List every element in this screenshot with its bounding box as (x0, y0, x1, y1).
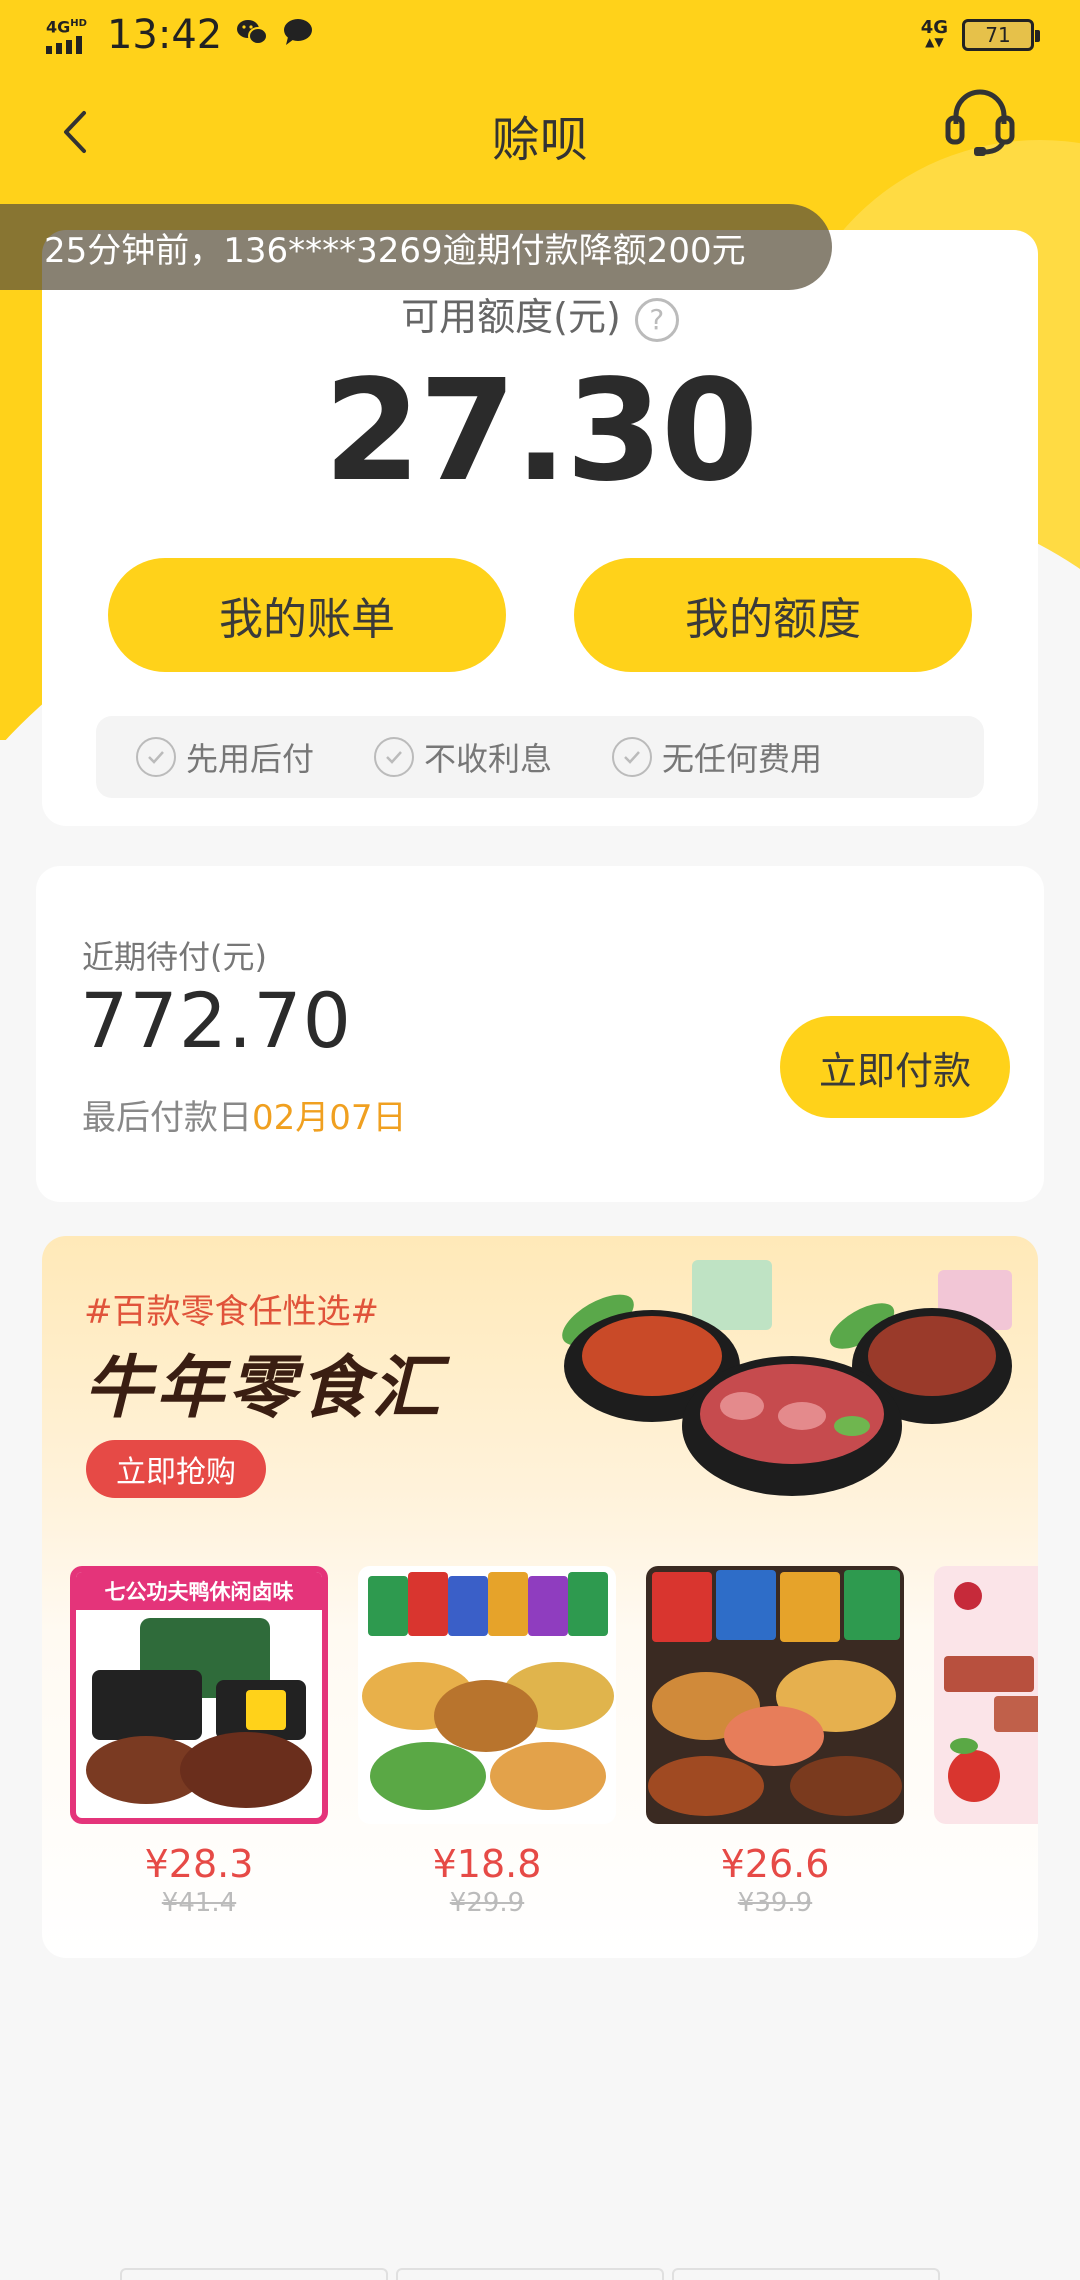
network-right-icon: 4G ▲▼ (920, 17, 948, 50)
product-price: ¥18.8 (432, 1842, 542, 1886)
credit-card: 可用额度(元)? 27.30 我的账单 我的额度 先用后付 不收利息 无任何费用 (42, 230, 1038, 826)
check-circle-icon (136, 737, 176, 777)
notice-ticker: 25分钟前，136****3269逾期付款降额200元 (0, 204, 832, 290)
nav-bar: 赊呗 (0, 80, 1080, 180)
feature-label: 无任何费用 (662, 740, 823, 778)
feature-label: 不收利息 (424, 740, 553, 778)
product-original-price: ¥39.9 (737, 1888, 813, 1918)
status-bar: 4GHD 13:42 4G ▲▼ 71 (0, 0, 1080, 70)
due-date-line: 最后付款日02月07日 (82, 1090, 407, 1139)
feature-label: 先用后付 (186, 740, 315, 778)
feature-item: 不收利息 (374, 734, 552, 780)
promo-title: 牛年零食汇 (84, 1349, 445, 1428)
credit-label: 可用额度(元) (401, 295, 621, 339)
product-card[interactable]: ¥18.8 ¥29.9 (358, 1566, 616, 1926)
my-bill-button[interactable]: 我的账单 (108, 558, 506, 672)
feature-strip: 先用后付 不收利息 无任何费用 (96, 716, 984, 798)
feature-item: 先用后付 (136, 734, 314, 780)
page-title: 赊呗 (491, 112, 588, 168)
product-image (646, 1566, 904, 1824)
status-left: 4GHD 13:42 (46, 12, 314, 58)
product-price: ¥ (934, 1842, 1038, 1886)
promo-banner[interactable]: #百款零食任性选# 牛年零食汇 立即抢购 七公功夫鸭休闲卤味 ¥28.3 ¥41… (42, 1236, 1038, 1958)
product-carousel[interactable]: 七公功夫鸭休闲卤味 ¥28.3 ¥41.4 ¥18.8 ¥29.9 ¥26.6 … (70, 1566, 1038, 1926)
battery-level: 71 (985, 23, 1011, 47)
pay-now-button[interactable]: 立即付款 (780, 1016, 1010, 1118)
available-credit-amount: 27.30 (323, 350, 759, 513)
battery-icon: 71 (962, 19, 1040, 51)
promo-tag: #百款零食任性选# (84, 1292, 379, 1332)
product-card[interactable]: ¥26.6 ¥39.9 (646, 1566, 904, 1926)
product-card[interactable]: ¥ (934, 1566, 1038, 1926)
check-circle-icon (374, 737, 415, 777)
status-time: 13:42 (106, 12, 223, 58)
check-circle-icon (612, 737, 653, 777)
network-type: 4G (46, 17, 71, 37)
snack-plates-image (562, 1260, 1012, 1496)
due-date: 02月07日 (252, 1098, 407, 1138)
question-circle-icon[interactable]: ? (634, 297, 679, 342)
pending-label: 近期待付(元) (82, 938, 267, 976)
product-original-price: ¥41.4 (161, 1888, 237, 1918)
due-prefix: 最后付款日 (82, 1098, 252, 1138)
wechat-icon (236, 17, 269, 54)
credit-label-row: 可用额度(元)? (42, 286, 1038, 342)
product-card[interactable]: 七公功夫鸭休闲卤味 ¥28.3 ¥41.4 (70, 1566, 328, 1926)
customer-service-button[interactable] (940, 80, 1020, 160)
message-icon (282, 17, 314, 54)
product-image (358, 1566, 616, 1824)
signal-icon: 4GHD (46, 16, 87, 54)
headset-icon (945, 89, 1015, 156)
network-suffix: HD (70, 18, 87, 30)
pending-amount: 772.70 (80, 976, 352, 1065)
product-original-price: ¥29.9 (449, 1888, 525, 1918)
product-banner-text: 七公功夫鸭休闲卤味 (76, 1572, 322, 1610)
product-price: ¥28.3 (144, 1842, 254, 1886)
bottom-edge-hint (120, 2268, 940, 2280)
feature-item: 无任何费用 (612, 734, 822, 780)
product-image (934, 1566, 1038, 1824)
my-quota-button[interactable]: 我的额度 (574, 558, 972, 672)
pending-payment-card: 近期待付(元) 772.70 最后付款日02月07日 立即付款 (36, 866, 1044, 1202)
buy-now-button[interactable]: 立即抢购 (86, 1440, 266, 1498)
ticker-text: 25分钟前，136****3269逾期付款降额200元 (44, 230, 746, 271)
status-right: 4G ▲▼ 71 (920, 17, 1040, 51)
product-image: 七公功夫鸭休闲卤味 (70, 1566, 328, 1824)
product-price: ¥26.6 (720, 1842, 830, 1886)
network-right: 4G (920, 17, 948, 38)
